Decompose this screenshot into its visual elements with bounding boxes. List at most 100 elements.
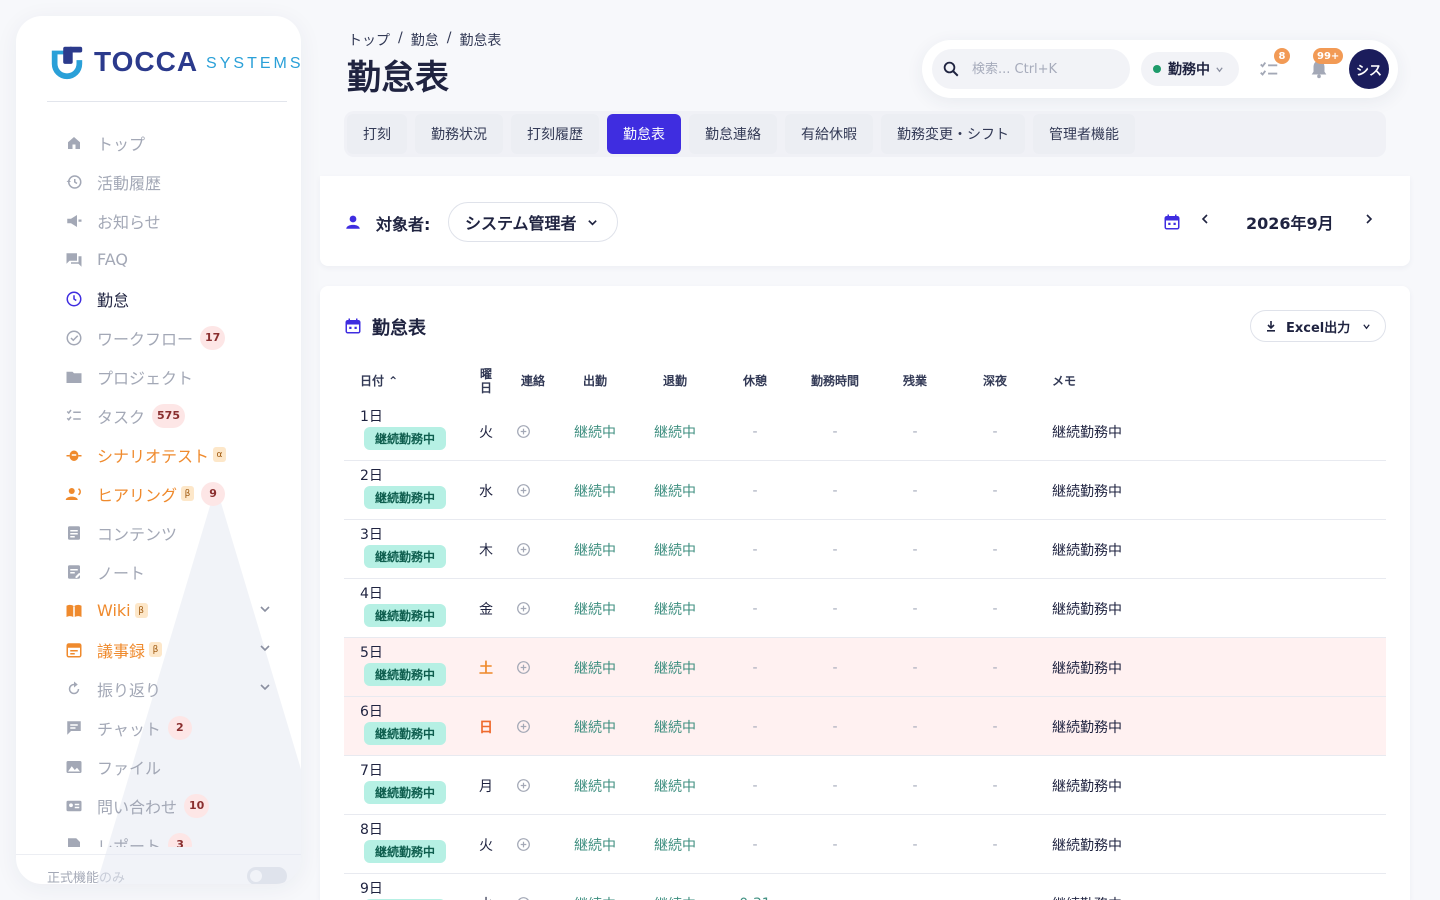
target-user-select[interactable]: システム管理者 [448, 202, 618, 242]
add-contact-icon[interactable] [508, 638, 538, 697]
sidebar-item-activity[interactable]: 活動履歴 [16, 162, 301, 201]
clock-in-cell[interactable]: 継続中 [570, 697, 620, 756]
memo-cell: 継続勤務中 [1052, 542, 1122, 559]
clock-out-cell[interactable]: 継続中 [650, 579, 700, 638]
tab-attendance-contact[interactable]: 勤怠連絡 [689, 114, 777, 154]
weekday-cell: 木 [479, 542, 493, 559]
breadcrumb-item[interactable]: トップ [348, 30, 390, 50]
clock-out-cell[interactable]: 継続中 [650, 638, 700, 697]
sidebar-item-news[interactable]: お知らせ [16, 201, 301, 240]
tab-attendance-sheet[interactable]: 勤怠表 [607, 114, 681, 154]
column-header-date[interactable]: 日付 ⌃ [360, 360, 440, 402]
tocca-logo-icon [51, 46, 83, 80]
sidebar-item-contents[interactable]: コンテンツ [16, 513, 301, 552]
table-row[interactable]: 7日 継続勤務中 月 継続中 継続中 - - - - 継続勤務中 [344, 756, 1386, 815]
add-contact-icon[interactable] [508, 461, 538, 520]
search-box[interactable] [932, 49, 1130, 89]
clock-out-cell[interactable]: 継続中 [650, 815, 700, 874]
add-contact-icon[interactable] [508, 579, 538, 638]
tab-shift-change[interactable]: 勤務変更・シフト [881, 114, 1025, 154]
clock-out-cell[interactable]: 継続中 [650, 520, 700, 579]
table-row[interactable]: 1日 継続勤務中 火 継続中 継続中 - - - - 継続勤務中 [344, 402, 1386, 461]
clock-in-cell[interactable]: 継続中 [570, 402, 620, 461]
table-row[interactable]: 2日 継続勤務中 水 継続中 継続中 - - - - 継続勤務中 [344, 461, 1386, 520]
status-badge: 継続勤務中 [364, 604, 446, 627]
chevron-down-icon[interactable] [259, 642, 271, 654]
sidebar-item-minutes[interactable]: 議事録 β [16, 630, 301, 669]
work-status-dropdown[interactable]: 勤務中 [1141, 52, 1239, 86]
tab-punch-history[interactable]: 打刻履歴 [511, 114, 599, 154]
clock-in-cell[interactable]: 継続中 [570, 756, 620, 815]
search-input[interactable] [970, 60, 1120, 78]
official-features-toggle[interactable] [247, 867, 287, 884]
clock-out-cell[interactable]: 継続中 [650, 697, 700, 756]
tab-work-status[interactable]: 勤務状況 [415, 114, 503, 154]
tab-paid-leave[interactable]: 有給休暇 [785, 114, 873, 154]
chevron-right-icon[interactable] [1361, 211, 1377, 227]
sidebar-item-hearing[interactable]: ヒアリング β 9 [16, 474, 301, 513]
add-contact-icon[interactable] [508, 815, 538, 874]
sidebar-item-attendance[interactable]: 勤怠 [16, 279, 301, 318]
sidebar-item-workflow[interactable]: ワークフロー 17 [16, 318, 301, 357]
sidebar-item-report[interactable]: レポート 3 [16, 825, 301, 847]
chevron-down-icon[interactable] [259, 681, 271, 693]
megaphone-icon [64, 211, 84, 231]
brand-logo[interactable]: TOCCA SYSTEMS [48, 42, 301, 82]
clock-in-cell[interactable]: 継続中 [570, 638, 620, 697]
table-row[interactable]: 4日 継続勤務中 金 継続中 継続中 - - - - 継続勤務中 [344, 579, 1386, 638]
break-cell: - [752, 777, 758, 794]
column-header-overtime: 残業 [902, 374, 927, 388]
tab-admin[interactable]: 管理者機能 [1033, 114, 1135, 154]
table-row[interactable]: 5日 継続勤務中 土 継続中 継続中 - - - - 継続勤務中 [344, 638, 1386, 697]
clock-out-cell[interactable]: 継続中 [650, 402, 700, 461]
table-row[interactable]: 6日 継続勤務中 日 継続中 継続中 - - - - 継続勤務中 [344, 697, 1386, 756]
sidebar-item-scenario-test[interactable]: シナリオテスト α [16, 435, 301, 474]
check-circle-icon [64, 328, 84, 348]
sidebar-item-file[interactable]: ファイル [16, 747, 301, 786]
sidebar-item-retrospective[interactable]: 振り返り [16, 669, 301, 708]
overtime-cell: - [912, 718, 918, 735]
top-toolbar: 勤務中 8 99+ シス [922, 40, 1398, 98]
sidebar-item-task[interactable]: タスク 575 [16, 396, 301, 435]
sidebar-item-label: 議事録 [97, 641, 146, 661]
clock-out-cell[interactable]: 継続中 [650, 874, 700, 900]
sidebar-item-project[interactable]: プロジェクト [16, 357, 301, 396]
table-row[interactable]: 8日 継続勤務中 火 継続中 継続中 - - - - 継続勤務中 [344, 815, 1386, 874]
sidebar-item-top[interactable]: トップ [16, 123, 301, 162]
clock-in-cell[interactable]: 継続中 [570, 874, 620, 900]
clock-in-cell[interactable]: 継続中 [570, 579, 620, 638]
clock-out-cell[interactable]: 継続中 [650, 756, 700, 815]
chevron-left-icon[interactable] [1197, 211, 1213, 227]
add-contact-icon[interactable] [508, 520, 538, 579]
add-contact-icon[interactable] [508, 756, 538, 815]
home-icon [64, 133, 84, 153]
sidebar-item-note[interactable]: ノート [16, 552, 301, 591]
date-cell: 8日 [360, 822, 383, 838]
break-cell: - [752, 423, 758, 440]
filter-card: 対象者: システム管理者 2026年9月 [320, 176, 1410, 266]
report-count-badge: 3 [168, 832, 193, 847]
add-contact-icon[interactable] [508, 874, 538, 900]
clock-in-cell[interactable]: 継続中 [570, 520, 620, 579]
book-icon [64, 601, 84, 621]
sidebar-item-chat[interactable]: チャット 2 [16, 708, 301, 747]
sidebar-item-inquiry[interactable]: 問い合わせ 10 [16, 786, 301, 825]
user-avatar[interactable]: シス [1349, 49, 1389, 89]
official-features-label: 正式機能のみ [47, 871, 126, 884]
add-contact-icon[interactable] [508, 697, 538, 756]
sidebar-item-wiki[interactable]: Wiki β [16, 591, 301, 630]
clock-in-cell[interactable]: 継続中 [570, 815, 620, 874]
sidebar-item-label: FAQ [97, 250, 128, 269]
sidebar-item-faq[interactable]: FAQ [16, 240, 301, 279]
tab-punch[interactable]: 打刻 [347, 114, 407, 154]
calendar-icon[interactable] [1163, 213, 1181, 231]
chevron-down-icon[interactable] [259, 603, 271, 615]
add-contact-icon[interactable] [508, 402, 538, 461]
table-row[interactable]: 9日継続勤務中水継続中継続中0:31---継続勤務中 [344, 874, 1386, 900]
excel-export-button[interactable]: Excel出力 [1250, 310, 1386, 342]
clock-out-cell[interactable]: 継続中 [650, 461, 700, 520]
folder-icon [64, 367, 84, 387]
breadcrumb-item[interactable]: 勤怠 [411, 30, 439, 50]
table-row[interactable]: 3日 継続勤務中 木 継続中 継続中 - - - - 継続勤務中 [344, 520, 1386, 579]
clock-in-cell[interactable]: 継続中 [570, 461, 620, 520]
